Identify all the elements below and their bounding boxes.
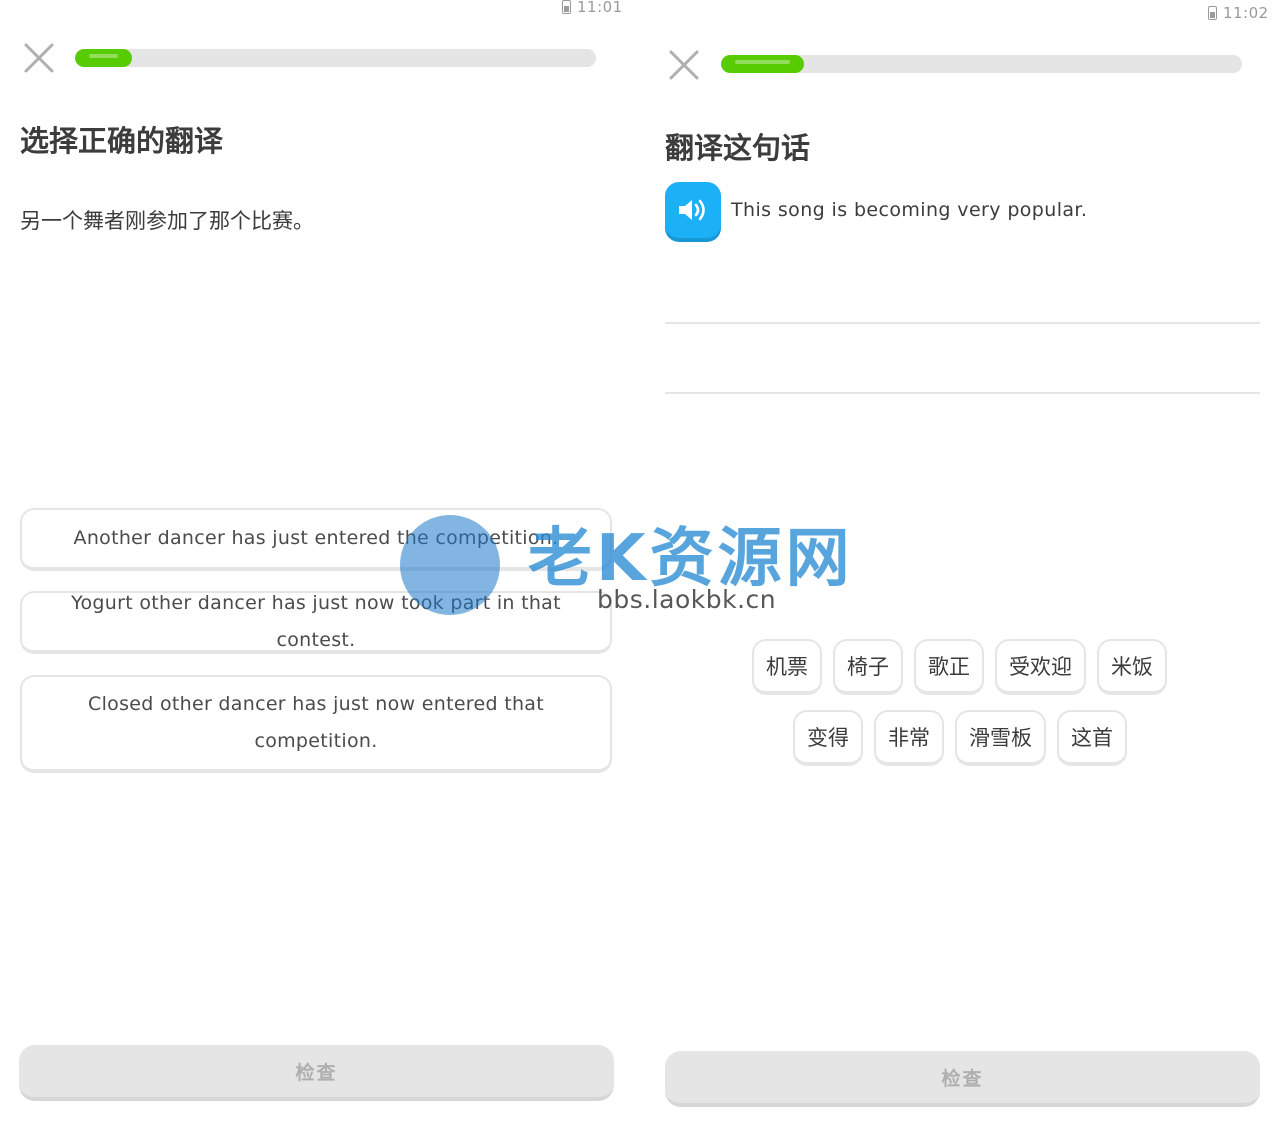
close-icon xyxy=(669,50,699,80)
close-button[interactable] xyxy=(22,41,56,75)
word-bank-row-2: 变得 非常 滑雪板 这首 xyxy=(793,710,1127,766)
status-time: 11:02 xyxy=(1223,4,1269,22)
play-audio-button[interactable] xyxy=(665,182,721,238)
close-button[interactable] xyxy=(667,48,701,82)
battery-icon xyxy=(1208,6,1217,20)
right-screen: 11:02 翻译这句话 This song is becoming very p… xyxy=(646,0,1280,1123)
word-tile[interactable]: 机票 xyxy=(752,639,822,695)
check-button[interactable]: 检查 xyxy=(665,1051,1260,1107)
word-tile[interactable]: 受欢迎 xyxy=(995,639,1086,695)
status-time: 11:01 xyxy=(577,0,623,16)
audio-sentence: This song is becoming very popular. xyxy=(731,199,1088,221)
word-tile[interactable]: 椅子 xyxy=(833,639,903,695)
status-bar: 11:01 xyxy=(562,0,623,16)
close-icon xyxy=(24,43,54,73)
progress-fill xyxy=(721,55,805,73)
word-bank-row-1: 机票 椅子 歌正 受欢迎 米饭 xyxy=(752,639,1167,695)
word-tile[interactable]: 非常 xyxy=(874,710,944,766)
lesson-progress-bar xyxy=(721,55,1242,73)
answer-line-2 xyxy=(665,392,1260,394)
word-tile[interactable]: 这首 xyxy=(1057,710,1127,766)
answer-option-2[interactable]: Yogurt other dancer has just now took pa… xyxy=(20,591,612,654)
lesson-progress-bar xyxy=(75,49,596,67)
prompt-sentence: 另一个舞者刚参加了那个比赛。 xyxy=(20,209,314,233)
answer-option-1[interactable]: Another dancer has just entered the comp… xyxy=(20,508,612,571)
answer-line-1 xyxy=(665,322,1260,324)
word-tile[interactable]: 歌正 xyxy=(914,639,984,695)
battery-icon xyxy=(562,0,571,14)
word-tile[interactable]: 变得 xyxy=(793,710,863,766)
page-title: 选择正确的翻译 xyxy=(20,124,224,158)
check-button[interactable]: 检查 xyxy=(19,1045,614,1101)
answer-option-3[interactable]: Closed other dancer has just now entered… xyxy=(20,675,612,773)
speaker-icon xyxy=(679,199,705,221)
left-screen: 11:01 选择正确的翻译 另一个舞者刚参加了那个比赛。 Another dan… xyxy=(0,0,640,1123)
word-tile[interactable]: 滑雪板 xyxy=(955,710,1046,766)
status-bar: 11:02 xyxy=(1208,4,1269,22)
word-tile[interactable]: 米饭 xyxy=(1097,639,1167,695)
page-title: 翻译这句话 xyxy=(665,131,811,165)
progress-fill xyxy=(75,49,133,67)
